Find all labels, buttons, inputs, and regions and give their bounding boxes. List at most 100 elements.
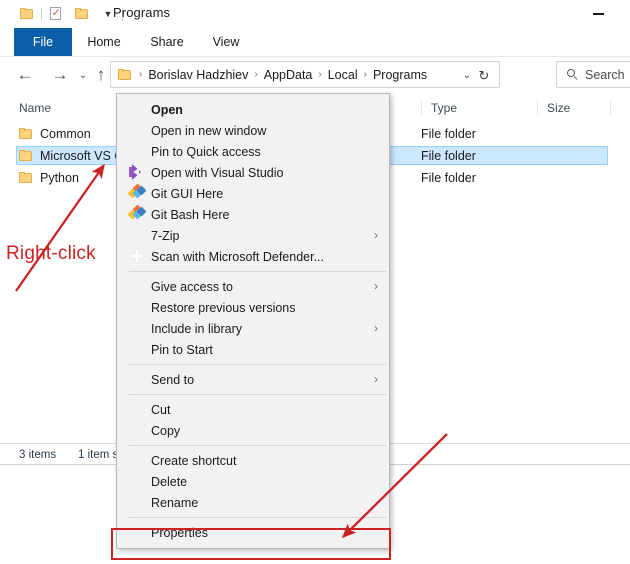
- menu-item-open-in-new-window[interactable]: Open in new window: [117, 120, 389, 141]
- status-item-count: 3 items: [19, 449, 57, 461]
- breadcrumb-separator: ›: [318, 69, 322, 80]
- address-bar[interactable]: › Borislav Hadzhiev › AppData › Local › …: [110, 61, 500, 88]
- column-header-type[interactable]: Type: [421, 100, 457, 115]
- column-header-name[interactable]: Name: [19, 95, 51, 121]
- defender-icon: [129, 248, 146, 265]
- menu-item-label: Give access to: [151, 279, 233, 294]
- search-placeholder: Search: [585, 67, 625, 82]
- menu-item-label: Restore previous versions: [151, 300, 296, 315]
- menu-item-restore-previous-versions[interactable]: Restore previous versions: [117, 297, 389, 318]
- breadcrumb-separator: ›: [254, 69, 258, 80]
- back-button[interactable]: ←: [12, 57, 38, 93]
- right-click-annotation-label: Right-click: [6, 243, 96, 264]
- menu-item-label: Open with Visual Studio: [151, 165, 284, 180]
- menu-item-scan-with-microsoft-defender[interactable]: Scan with Microsoft Defender...: [117, 246, 389, 267]
- menu-item-7-zip[interactable]: 7-Zip ›: [117, 225, 389, 246]
- menu-item-rename[interactable]: Rename: [117, 492, 389, 513]
- menu-item-label: Git GUI Here: [151, 186, 224, 201]
- menu-item-label: Git Bash Here: [151, 207, 230, 222]
- menu-separator: [129, 394, 386, 395]
- menu-item-label: Create shortcut: [151, 453, 237, 468]
- file-name: Python: [40, 170, 79, 185]
- chevron-right-icon: ›: [374, 372, 378, 386]
- tab-view[interactable]: View: [198, 28, 254, 56]
- menu-item-label: Rename: [151, 495, 199, 510]
- breadcrumb-separator: ›: [363, 69, 367, 80]
- folder-icon: [19, 171, 33, 184]
- explorer-window: ▼ Programs File Home Share View ← → ⌄ ↑ …: [0, 0, 630, 564]
- menu-item-pin-to-quick-access[interactable]: Pin to Quick access: [117, 141, 389, 162]
- chevron-right-icon: ›: [374, 228, 378, 242]
- search-input[interactable]: Search: [556, 61, 630, 88]
- menu-item-label: Scan with Microsoft Defender...: [151, 249, 324, 264]
- search-icon: [567, 69, 578, 80]
- menu-separator: [129, 517, 386, 518]
- file-name: Common: [40, 126, 91, 141]
- quick-access-toolbar: ▼: [14, 4, 124, 24]
- folder-icon: [19, 127, 33, 140]
- minimize-button[interactable]: [578, 0, 618, 28]
- menu-item-label: 7-Zip: [151, 228, 180, 243]
- menu-item-delete[interactable]: Delete: [117, 471, 389, 492]
- minimize-icon: [592, 13, 604, 15]
- address-folder-icon: [118, 68, 132, 81]
- menu-item-give-access-to[interactable]: Give access to ›: [117, 276, 389, 297]
- context-menu: Open Open in new window Pin to Quick acc…: [116, 93, 390, 549]
- forward-button[interactable]: →: [47, 57, 73, 93]
- breadcrumb-item-3[interactable]: Programs: [371, 68, 429, 82]
- menu-item-open-with-visual-studio[interactable]: Open with Visual Studio: [117, 162, 389, 183]
- menu-item-git-gui-here[interactable]: Git GUI Here: [117, 183, 389, 204]
- file-type-cell: File folder: [421, 126, 476, 141]
- menu-separator: [129, 364, 386, 365]
- visual-studio-icon: [129, 164, 146, 181]
- menu-item-git-bash-here[interactable]: Git Bash Here: [117, 204, 389, 225]
- file-type-cell: File folder: [421, 170, 476, 185]
- menu-item-label: Pin to Start: [151, 342, 213, 357]
- file-type-cell: File folder: [421, 148, 476, 163]
- menu-separator: [129, 271, 386, 272]
- menu-separator: [129, 445, 386, 446]
- tab-file[interactable]: File: [14, 28, 72, 56]
- column-header-size[interactable]: Size: [537, 100, 570, 115]
- properties-icon[interactable]: [43, 4, 69, 24]
- chevron-right-icon: ›: [374, 321, 378, 335]
- status-selected-count: 1 item s: [78, 449, 119, 461]
- ribbon-tab-bar: File Home Share View: [0, 28, 630, 56]
- menu-item-open[interactable]: Open: [117, 99, 389, 120]
- new-folder-icon[interactable]: [69, 4, 95, 24]
- menu-item-label: Open in new window: [151, 123, 267, 138]
- menu-item-label: Copy: [151, 423, 181, 438]
- menu-item-pin-to-start[interactable]: Pin to Start: [117, 339, 389, 360]
- menu-item-include-in-library[interactable]: Include in library ›: [117, 318, 389, 339]
- column-divider: [610, 100, 611, 115]
- git-icon: [127, 183, 147, 202]
- tab-share[interactable]: Share: [136, 28, 198, 56]
- folder-icon: [19, 149, 33, 162]
- address-bar-row: ← → ⌄ ↑ › Borislav Hadzhiev › AppData › …: [0, 57, 630, 93]
- menu-item-label: Delete: [151, 474, 188, 489]
- menu-item-create-shortcut[interactable]: Create shortcut: [117, 450, 389, 471]
- menu-item-label: Cut: [151, 402, 171, 417]
- breadcrumb-separator: ›: [139, 69, 143, 80]
- menu-item-send-to[interactable]: Send to ›: [117, 369, 389, 390]
- chevron-down-icon[interactable]: ⌄: [463, 62, 471, 89]
- title-bar: ▼ Programs: [0, 0, 630, 28]
- file-name: Microsoft VS C: [40, 148, 124, 163]
- breadcrumb-item-1[interactable]: AppData: [262, 68, 315, 82]
- git-icon: [127, 204, 147, 223]
- tab-home[interactable]: Home: [72, 28, 136, 56]
- toolbar-divider: [41, 7, 42, 21]
- menu-item-label: Open: [151, 102, 183, 117]
- breadcrumb-item-0[interactable]: Borislav Hadzhiev: [146, 68, 250, 82]
- properties-highlight-box: [111, 528, 391, 560]
- menu-item-label: Pin to Quick access: [151, 144, 261, 159]
- menu-item-label: Include in library: [151, 321, 243, 336]
- refresh-icon[interactable]: ↻: [473, 62, 495, 89]
- menu-item-label: Send to: [151, 372, 195, 387]
- folder-icon[interactable]: [14, 4, 40, 24]
- window-title: Programs: [113, 5, 171, 20]
- menu-item-cut[interactable]: Cut: [117, 399, 389, 420]
- breadcrumb-item-2[interactable]: Local: [326, 68, 360, 82]
- menu-item-copy[interactable]: Copy: [117, 420, 389, 441]
- chevron-right-icon: ›: [374, 279, 378, 293]
